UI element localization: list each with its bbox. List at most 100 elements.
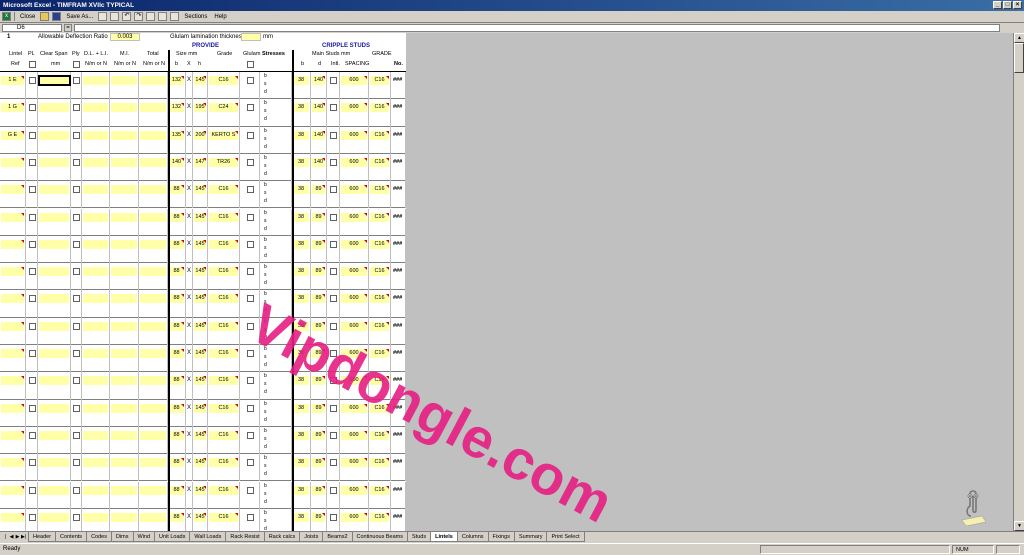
ply-checkbox[interactable] bbox=[73, 213, 80, 221]
size-b-input[interactable]: 88 bbox=[169, 485, 184, 495]
lintel-ref[interactable] bbox=[1, 485, 24, 495]
stud-b-input[interactable]: 38 bbox=[293, 485, 309, 495]
pl-checkbox[interactable] bbox=[28, 213, 36, 221]
lintel-ref[interactable] bbox=[1, 430, 24, 440]
total-input[interactable] bbox=[140, 185, 166, 195]
grade-input[interactable]: C16 bbox=[209, 458, 238, 468]
stud-grade-input[interactable]: C16 bbox=[370, 76, 389, 85]
stud-b-input[interactable]: 38 bbox=[293, 185, 309, 195]
total-input[interactable] bbox=[140, 376, 166, 386]
pl-checkbox[interactable] bbox=[28, 350, 36, 357]
ply-checkbox[interactable] bbox=[73, 486, 80, 494]
pl-checkbox[interactable] bbox=[28, 268, 36, 276]
pl-checkbox[interactable] bbox=[28, 486, 36, 494]
intl-checkbox[interactable] bbox=[330, 240, 337, 248]
stud-b-input[interactable]: 38 bbox=[293, 267, 309, 277]
tab-dims[interactable]: Dims bbox=[110, 532, 134, 542]
ply-checkbox[interactable] bbox=[73, 131, 80, 139]
tab-joists[interactable]: Joists bbox=[299, 532, 324, 542]
clear-span-input[interactable] bbox=[39, 130, 69, 140]
spacing-input[interactable]: 600 bbox=[341, 103, 367, 113]
size-h-input[interactable]: 200 bbox=[194, 130, 206, 140]
ply-checkbox[interactable] bbox=[73, 350, 80, 357]
spacing-input[interactable]: 600 bbox=[341, 267, 367, 277]
spacing-input[interactable]: 600 bbox=[341, 185, 367, 195]
mi-input[interactable] bbox=[111, 485, 137, 495]
stud-b-input[interactable]: 38 bbox=[293, 103, 309, 113]
size-h-input[interactable]: 145 bbox=[194, 485, 206, 495]
tab-wind[interactable]: Wind bbox=[132, 532, 156, 542]
clear-span-input[interactable] bbox=[39, 267, 69, 277]
ply-checkbox[interactable] bbox=[73, 268, 80, 276]
stud-grade-input[interactable]: C16 bbox=[370, 430, 389, 440]
pl-checkbox[interactable] bbox=[28, 404, 36, 412]
intl-checkbox[interactable] bbox=[330, 513, 337, 521]
ply-checkbox[interactable] bbox=[73, 322, 80, 330]
pl-header-checkbox[interactable] bbox=[29, 61, 36, 68]
total-input[interactable] bbox=[140, 76, 166, 85]
clear-span-input[interactable] bbox=[39, 376, 69, 386]
dl-li-input[interactable] bbox=[83, 458, 108, 468]
stud-d-input[interactable]: 89 bbox=[312, 376, 325, 386]
total-input[interactable] bbox=[140, 485, 166, 495]
stud-d-input[interactable]: 140 bbox=[312, 103, 325, 113]
clear-span-input[interactable] bbox=[39, 430, 69, 440]
intl-checkbox[interactable] bbox=[330, 104, 337, 112]
size-b-input[interactable]: 140 bbox=[169, 157, 184, 167]
dl-li-input[interactable] bbox=[83, 430, 108, 440]
pl-checkbox[interactable] bbox=[28, 158, 36, 166]
tab-unit-loads[interactable]: Unit Loads bbox=[154, 532, 191, 542]
intl-checkbox[interactable] bbox=[330, 377, 337, 385]
redo-icon[interactable]: ↷ bbox=[134, 12, 144, 21]
glulam-checkbox[interactable] bbox=[246, 268, 254, 276]
copy-icon[interactable] bbox=[146, 12, 156, 21]
intl-checkbox[interactable] bbox=[330, 431, 337, 439]
size-b-input[interactable]: 88 bbox=[169, 185, 184, 195]
stud-b-input[interactable]: 38 bbox=[293, 403, 309, 413]
stud-b-input[interactable]: 38 bbox=[293, 212, 309, 222]
stud-b-input[interactable]: 38 bbox=[293, 512, 309, 522]
stud-b-input[interactable]: 38 bbox=[293, 430, 309, 440]
intl-checkbox[interactable] bbox=[330, 131, 337, 139]
clear-span-input[interactable] bbox=[39, 294, 69, 304]
stud-b-input[interactable]: 38 bbox=[293, 376, 309, 386]
dl-li-input[interactable] bbox=[83, 512, 108, 522]
intl-checkbox[interactable] bbox=[330, 404, 337, 412]
tab-wall-loads[interactable]: Wall Loads bbox=[189, 532, 227, 542]
stud-d-input[interactable]: 89 bbox=[312, 403, 325, 413]
intl-checkbox[interactable] bbox=[330, 350, 337, 357]
ply-header-checkbox[interactable] bbox=[73, 61, 80, 68]
sections-menu[interactable]: Sections bbox=[182, 14, 209, 20]
spacing-input[interactable]: 600 bbox=[341, 512, 367, 522]
stud-d-input[interactable]: 140 bbox=[312, 157, 325, 167]
minimize-button[interactable]: _ bbox=[993, 1, 1002, 9]
dl-li-input[interactable] bbox=[83, 321, 108, 331]
last-tab-icon[interactable]: ▶| bbox=[21, 533, 26, 541]
clear-span-input[interactable] bbox=[39, 349, 69, 358]
deflection-value[interactable]: 0.003 bbox=[110, 33, 140, 41]
horizontal-scrollbar[interactable] bbox=[588, 533, 1024, 542]
lintel-ref[interactable]: 1 G bbox=[1, 103, 24, 113]
size-b-input[interactable]: 132 bbox=[169, 103, 184, 113]
lintel-ref[interactable]: 1 E bbox=[1, 76, 24, 85]
dl-li-input[interactable] bbox=[83, 403, 108, 413]
ply-checkbox[interactable] bbox=[73, 431, 80, 439]
glulam-header-checkbox[interactable] bbox=[247, 61, 254, 68]
glulam-checkbox[interactable] bbox=[246, 486, 254, 494]
dl-li-input[interactable] bbox=[83, 185, 108, 195]
size-h-input[interactable]: 147 bbox=[194, 157, 206, 167]
clear-span-input[interactable] bbox=[39, 321, 69, 331]
ply-checkbox[interactable] bbox=[73, 240, 80, 248]
pl-checkbox[interactable] bbox=[28, 459, 36, 467]
excel-icon[interactable]: x bbox=[2, 12, 11, 21]
stud-b-input[interactable]: 38 bbox=[293, 76, 309, 85]
clear-span-input[interactable] bbox=[39, 103, 69, 113]
size-b-input[interactable]: 88 bbox=[169, 512, 184, 522]
size-h-input[interactable]: 145 bbox=[194, 430, 206, 440]
intl-checkbox[interactable] bbox=[330, 486, 337, 494]
grade-input[interactable]: C16 bbox=[209, 76, 238, 85]
lintel-ref[interactable] bbox=[1, 349, 24, 358]
glulam-checkbox[interactable] bbox=[246, 431, 254, 439]
pl-checkbox[interactable] bbox=[28, 131, 36, 139]
stud-grade-input[interactable]: C16 bbox=[370, 458, 389, 468]
